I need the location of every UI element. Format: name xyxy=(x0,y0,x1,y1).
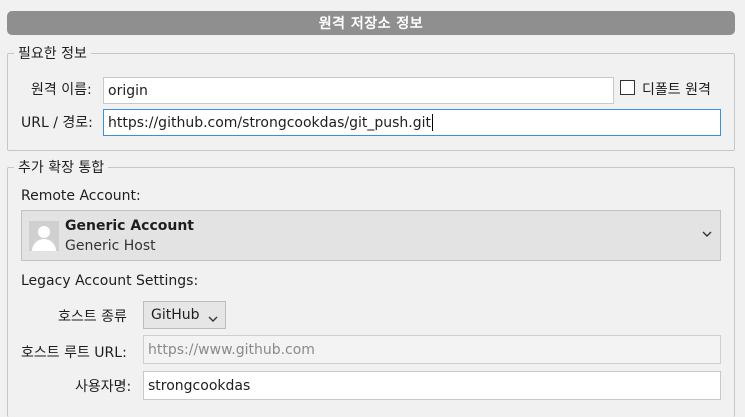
chevron-down-icon xyxy=(208,312,218,326)
extra-integration-legend: 추가 확장 통합 xyxy=(18,160,105,176)
host-type-label: 호스트 종류 xyxy=(58,309,127,325)
host-root-url-placeholder: https://www.github.com xyxy=(148,341,315,358)
username-value: strongcookdas xyxy=(148,377,251,394)
url-label: URL / 경로: xyxy=(21,115,93,131)
host-root-url-input[interactable]: https://www.github.com xyxy=(143,335,721,364)
remote-account-label: Remote Account: xyxy=(21,188,141,204)
username-label: 사용자명: xyxy=(75,379,132,395)
host-type-value: GitHub xyxy=(151,307,200,323)
chevron-down-icon xyxy=(702,227,712,241)
host-root-url-label: 호스트 루트 URL: xyxy=(21,345,127,361)
user-avatar-icon xyxy=(29,221,59,251)
dialog-title: 원격 저장소 정보 xyxy=(7,11,735,35)
text-caret xyxy=(432,114,434,131)
remote-name-input[interactable]: origin xyxy=(103,77,614,104)
remote-name-value: origin xyxy=(108,82,148,99)
account-name: Generic Account xyxy=(65,218,195,234)
account-host: Generic Host xyxy=(65,238,156,254)
url-input[interactable]: https://github.com/strongcookdas/git_pus… xyxy=(103,109,721,136)
legacy-settings-label: Legacy Account Settings: xyxy=(21,273,199,289)
required-info-legend: 필요한 정보 xyxy=(18,46,87,62)
remote-name-label: 원격 이름: xyxy=(31,82,92,98)
default-remote-checkbox[interactable] xyxy=(620,80,635,95)
url-value: https://github.com/strongcookdas/git_pus… xyxy=(108,114,432,131)
remote-account-dropdown[interactable]: Generic Account Generic Host xyxy=(21,210,721,261)
default-remote-label: 디폴트 원격 xyxy=(642,82,711,98)
host-type-select[interactable]: GitHub xyxy=(143,301,226,329)
username-input[interactable]: strongcookdas xyxy=(143,371,721,400)
